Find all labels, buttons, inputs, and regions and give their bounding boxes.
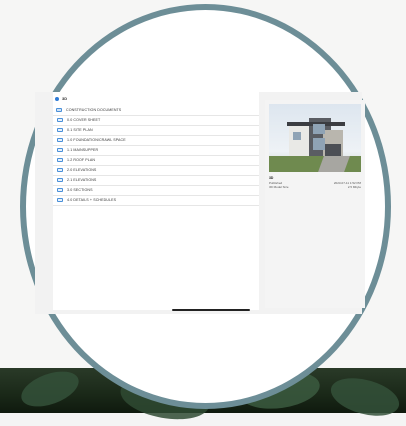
tablet-screen: 3D CONSTRUCTION DOCUMENTS 0.0 COVER SHEE…	[35, 92, 365, 314]
list-item[interactable]: 4.0 DETAILS + SCHEDULES	[53, 195, 259, 206]
list-item-label: 1.2 ROOF PLAN	[67, 158, 96, 162]
list-header-title: 3D	[62, 96, 68, 101]
list-item-label: 3.0 SECTIONS	[67, 188, 93, 192]
list-item-label: 1.1 MAINSUPPER	[67, 148, 99, 152]
sheet-icon	[57, 178, 63, 182]
model-thumbnail[interactable]	[269, 104, 361, 172]
list-item-label: CONSTRUCTION DOCUMENTS	[66, 108, 122, 112]
house-garage-door	[325, 144, 341, 156]
list-item-label: 2.1 ELEVATIONS	[67, 178, 97, 182]
list-item-label: 0.1 SITE PLAN	[67, 128, 93, 132]
preview-panel: 3D Published 2023-07-11 1:52 PM 3D Model…	[265, 100, 365, 308]
list-item-label: 0.0 COVER SHEET	[67, 118, 101, 122]
size-row: 3D Model Size 2.5 Mbyte	[269, 185, 361, 189]
list-header[interactable]: 3D	[55, 96, 67, 101]
sheet-icon	[57, 198, 63, 202]
house-window	[293, 132, 301, 140]
sheet-icon	[57, 188, 63, 192]
house-window	[313, 138, 325, 150]
sheet-icon	[57, 128, 63, 132]
list-item-label: 1.0 FOUNDATION/CRAWL SPACE	[67, 138, 126, 142]
sheet-icon	[57, 148, 63, 152]
document-list-panel: 3D CONSTRUCTION DOCUMENTS 0.0 COVER SHEE…	[53, 92, 259, 310]
sheet-icon	[57, 118, 63, 122]
sheet-icon	[57, 158, 63, 162]
size-value: 2.5 Mbyte	[347, 185, 361, 189]
preview-title: 3D	[269, 176, 274, 180]
house-window	[313, 124, 325, 134]
sheet-icon	[57, 168, 63, 172]
list-item-label: 2.0 ELEVATIONS	[67, 168, 97, 172]
list-item-label: 4.0 DETAILS + SCHEDULES	[67, 198, 117, 202]
view-3d-icon	[55, 96, 59, 101]
home-indicator[interactable]	[172, 309, 250, 311]
sheet-icon	[57, 138, 63, 142]
size-label: 3D Model Size	[269, 185, 289, 189]
folder-icon	[56, 108, 62, 112]
